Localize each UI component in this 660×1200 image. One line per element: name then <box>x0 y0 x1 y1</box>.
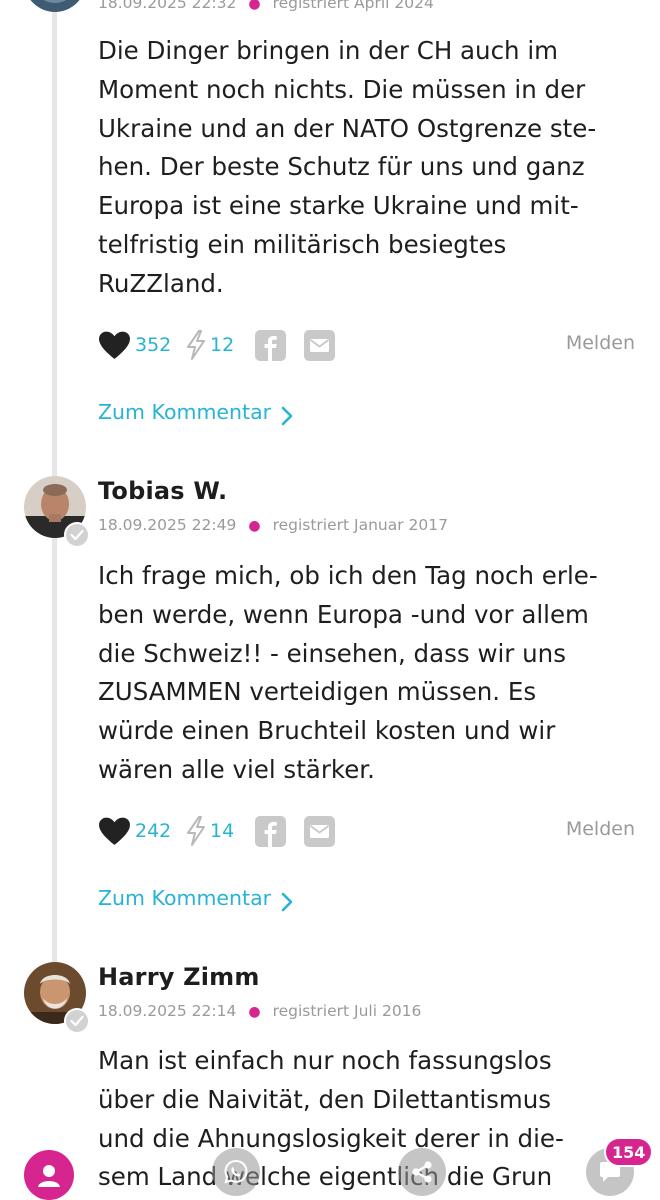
like-count: 242 <box>135 820 172 842</box>
flash-count: 14 <box>210 820 235 842</box>
comment-line: Europa ist eine starke Ukraine und mit- <box>98 191 579 221</box>
comment-count-badge: 154 <box>604 1137 654 1167</box>
comment-line: ben werde, wenn Europa -und vor allem <box>98 599 589 629</box>
comment-meta: 18.09.2025 22:32 ● registriert April 2024 <box>98 0 434 12</box>
chevron-right-icon <box>281 406 293 426</box>
mail-icon <box>304 815 335 847</box>
heart-icon <box>99 331 130 359</box>
email-share-button[interactable] <box>304 814 335 848</box>
profile-icon <box>38 1165 60 1187</box>
facebook-icon <box>255 815 286 847</box>
view-comment-link[interactable]: Zum Kommentar <box>98 398 293 426</box>
registered-since: registriert Juli 2016 <box>272 1002 422 1020</box>
author-name[interactable]: Harry Zimm <box>98 963 260 991</box>
facebook-share-button[interactable] <box>255 328 286 362</box>
share-button[interactable] <box>398 1148 446 1196</box>
registered-since: registriert Januar 2017 <box>272 516 448 534</box>
comment-line: Man ist einfach nur noch fassungslos <box>98 1046 552 1075</box>
comment-line: Ukraine und an der NATO Ostgrenze ste- <box>98 113 597 143</box>
comment-meta: 18.09.2025 22:49 ● registriert Januar 2017 <box>98 516 448 534</box>
like-button[interactable]: 352 <box>98 328 171 362</box>
whatsapp-icon <box>224 1159 248 1184</box>
mail-icon <box>304 329 335 361</box>
comment-line: telfristig ein militärisch besiegtes <box>98 229 507 259</box>
view-comment-label: Zum Kommentar <box>98 400 272 424</box>
meta-separator-dot: ● <box>248 518 261 534</box>
checkmark-icon <box>70 1015 84 1027</box>
lightning-icon <box>187 330 205 360</box>
whatsapp-share-button[interactable] <box>212 1148 260 1196</box>
comment-line: würde einen Bruchteil kosten und wir <box>98 716 556 746</box>
facebook-icon <box>255 329 286 361</box>
facebook-share-button[interactable] <box>255 814 286 848</box>
comment-timestamp: 18.09.2025 22:32 <box>98 0 237 12</box>
share-icon <box>412 1161 432 1183</box>
comment-body: Die Dinger bringen in der CH auch im Mom… <box>98 32 638 304</box>
comment-line: wären alle viel stärker. <box>98 754 375 784</box>
comment-timestamp: 18.09.2025 22:14 <box>98 1002 237 1020</box>
like-button[interactable]: 242 <box>98 814 171 848</box>
comment-line: Ich frage mich, ob ich den Tag noch erle… <box>98 561 598 590</box>
heart-icon <box>99 817 130 845</box>
flash-count: 12 <box>210 334 235 356</box>
comment-body: Ich frage mich, ob ich den Tag noch erle… <box>98 557 638 790</box>
verified-badge <box>64 1008 90 1034</box>
comment-timestamp: 18.09.2025 22:49 <box>98 516 237 534</box>
meta-separator-dot: ● <box>248 1004 261 1020</box>
bottom-action-bar <box>0 1140 660 1200</box>
meta-separator-dot: ● <box>248 0 261 12</box>
flash-button[interactable]: 14 <box>186 814 234 848</box>
email-share-button[interactable] <box>304 328 335 362</box>
report-link[interactable]: Melden <box>566 818 635 840</box>
comment-line: RuZZland. <box>98 268 224 298</box>
comment-actions: 242 14 Melden <box>98 814 638 848</box>
profile-button[interactable] <box>24 1150 74 1200</box>
lightning-icon <box>187 816 205 846</box>
verified-badge <box>64 522 90 548</box>
comment-line: über die Naivität, den Dilettantismus <box>98 1084 552 1114</box>
avatar[interactable] <box>24 0 86 12</box>
report-link[interactable]: Melden <box>566 332 635 354</box>
comment-meta: 18.09.2025 22:14 ● registriert Juli 2016 <box>98 1002 421 1020</box>
view-comment-link[interactable]: Zum Kommentar <box>98 884 293 912</box>
view-comment-label: Zum Kommentar <box>98 886 272 910</box>
comment-line: ZUSAMMEN verteidigen müssen. Es <box>98 677 537 707</box>
comment-actions: 352 12 Melden <box>98 328 638 362</box>
comment-line: hen. Der beste Schutz für uns und ganz <box>98 152 585 182</box>
flash-button[interactable]: 12 <box>186 328 234 362</box>
registered-since: registriert April 2024 <box>272 0 434 12</box>
author-name[interactable]: Tobias W. <box>98 477 227 505</box>
checkmark-icon <box>70 529 84 541</box>
comment-line: die Schweiz!! - einsehen, dass wir uns <box>98 638 566 668</box>
comment-line: Moment noch nichts. Die müssen in der <box>98 74 586 104</box>
like-count: 352 <box>135 334 172 356</box>
chevron-right-icon <box>281 892 293 912</box>
comment-line: Die Dinger bringen in der CH auch im <box>98 36 559 65</box>
